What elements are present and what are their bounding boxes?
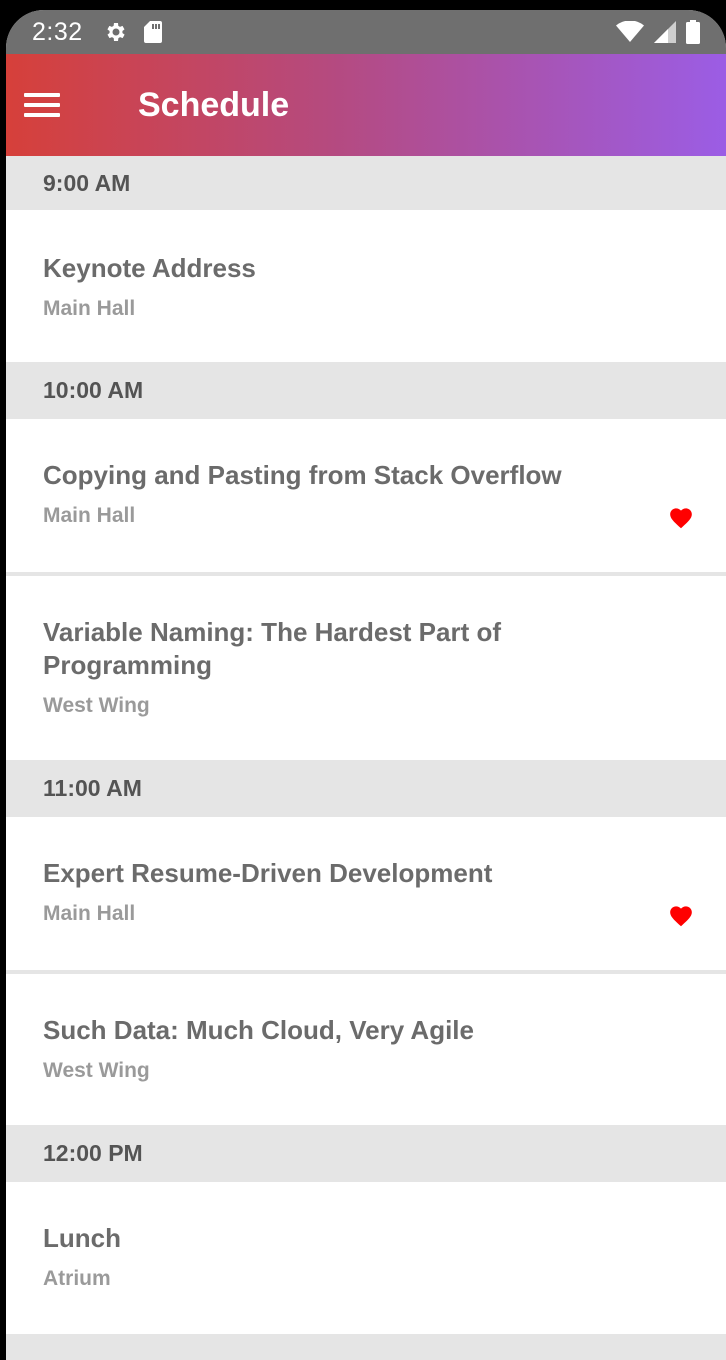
session-title: Variable Naming: The Hardest Part of Pro… [43, 617, 502, 680]
status-time: 2:32 [32, 17, 83, 46]
battery-icon [686, 20, 700, 44]
session-item[interactable]: Copying and Pasting from Stack Overflow … [6, 419, 726, 572]
session-room: West Wing [43, 694, 150, 717]
session-title: Copying and Pasting from Stack Overflow [43, 460, 562, 490]
session-room: Atrium [43, 1267, 111, 1290]
schedule-list[interactable]: 9:00 AM Keynote Address Main Hall 10:00 … [6, 156, 726, 1334]
status-bar: 2:32 [6, 10, 726, 54]
session-title: Lunch [43, 1223, 121, 1253]
app-bar: Schedule [6, 54, 726, 156]
session-title: Such Data: Much Cloud, Very Agile [43, 1015, 474, 1045]
time-header: 12:00 PM [6, 1125, 726, 1182]
session-item[interactable]: Such Data: Much Cloud, Very Agile West W… [6, 974, 726, 1125]
time-header: 9:00 AM [6, 156, 726, 210]
session-room: West Wing [43, 1059, 150, 1082]
session-room: Main Hall [43, 297, 136, 320]
session-title: Keynote Address [43, 253, 256, 283]
session-room: Main Hall [43, 504, 136, 527]
wifi-icon [616, 21, 644, 43]
session-item[interactable]: Expert Resume-Driven Development Main Ha… [6, 817, 726, 970]
session-item[interactable]: Variable Naming: The Hardest Part of Pro… [6, 576, 726, 760]
favorite-heart-icon[interactable] [668, 505, 694, 529]
time-header: 11:00 AM [6, 760, 726, 817]
settings-icon [103, 20, 127, 44]
session-title: Expert Resume-Driven Development [43, 858, 493, 888]
hamburger-menu-icon[interactable] [24, 93, 60, 117]
session-room: Main Hall [43, 902, 136, 925]
session-item[interactable]: Lunch Atrium [6, 1182, 726, 1334]
session-item[interactable]: Keynote Address Main Hall [6, 210, 726, 362]
cell-signal-icon [654, 21, 676, 43]
favorite-heart-icon[interactable] [668, 903, 694, 927]
time-header: 10:00 AM [6, 362, 726, 419]
sd-card-icon [143, 20, 163, 44]
app-screen: 2:32 Schedule 9:00 AM Keynote Address Ma… [6, 10, 726, 1360]
page-title: Schedule [138, 85, 290, 124]
